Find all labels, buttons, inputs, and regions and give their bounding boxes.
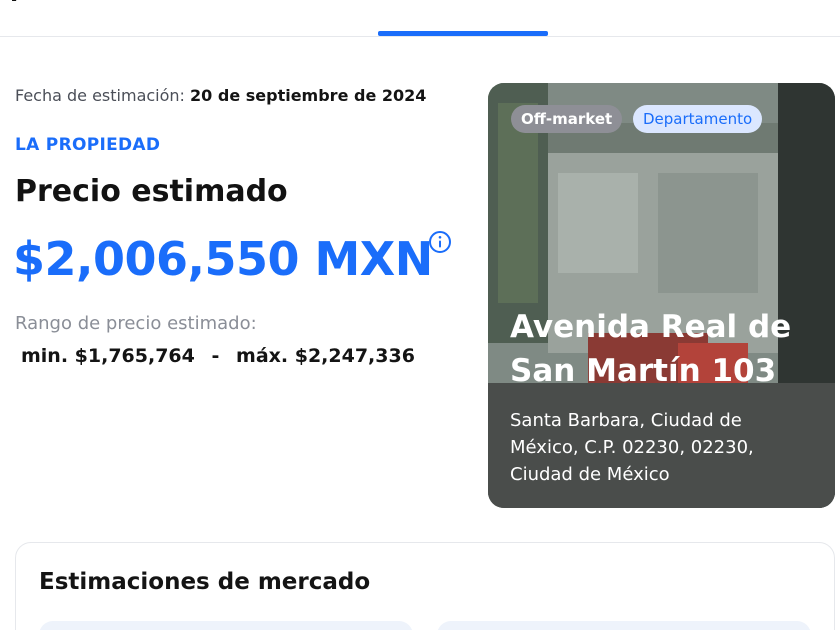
top-tab-strip: P xyxy=(0,0,840,37)
active-tab-indicator xyxy=(378,31,548,36)
price-range-separator: - xyxy=(211,345,220,367)
price-range-max: máx. $2,247,336 xyxy=(236,345,415,367)
estimated-price: $2,006,550 MXN xyxy=(13,232,433,286)
estimate-date-value: 20 de septiembre de 2024 xyxy=(190,86,427,105)
price-heading: Precio estimado xyxy=(15,174,288,209)
market-estimates-title: Estimaciones de mercado xyxy=(39,569,371,595)
property-address: Santa Barbara, Ciudad de México, C.P. 02… xyxy=(510,410,754,485)
market-estimate-panel-right[interactable] xyxy=(437,621,811,630)
price-range-label: Rango de precio estimado: xyxy=(15,313,257,334)
property-card[interactable]: Off-market Departamento Avenida Real de … xyxy=(488,83,835,508)
estimate-date: Fecha de estimación: 20 de septiembre de… xyxy=(15,86,426,105)
property-type-badge: Departamento xyxy=(633,105,763,133)
market-estimates-card: Estimaciones de mercado xyxy=(15,542,835,630)
info-circle-icon[interactable] xyxy=(428,230,452,254)
section-kicker: LA PROPIEDAD xyxy=(15,135,161,155)
price-range-values: min. $1,765,764 - máx. $2,247,336 xyxy=(21,345,415,367)
tab-label-fragment[interactable]: P xyxy=(10,0,34,4)
market-estimate-panel-left[interactable] xyxy=(39,621,413,630)
status-badge: Off-market xyxy=(511,105,623,133)
property-title[interactable]: Avenida Real de San Martín 103 xyxy=(510,305,830,393)
estimate-date-label: Fecha de estimación: xyxy=(15,86,185,105)
price-range-min: min. $1,765,764 xyxy=(21,345,195,367)
